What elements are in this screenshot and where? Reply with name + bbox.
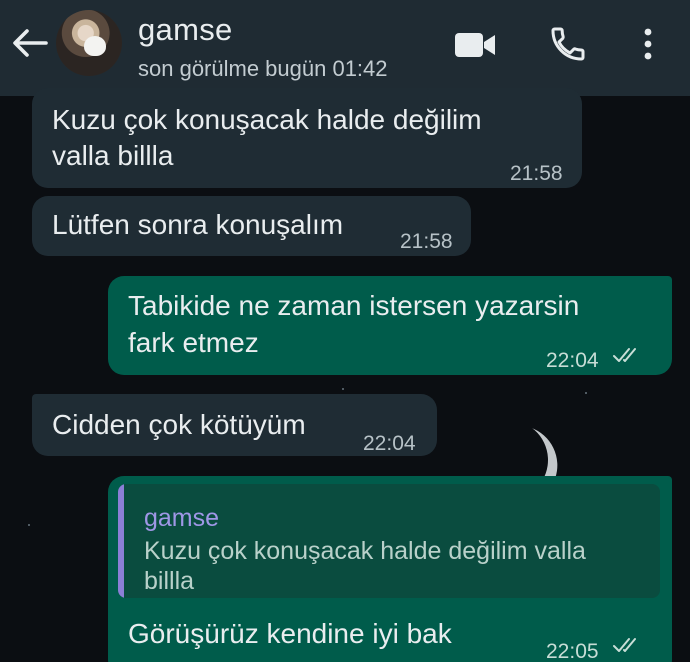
message-text: Lütfen sonra konuşalım bbox=[52, 209, 344, 240]
message-time: 22:05 bbox=[546, 640, 599, 662]
double-check-icon bbox=[613, 638, 636, 652]
message-bubble-incoming[interactable]: Cidden çok kötüyüm 22:04 bbox=[32, 394, 437, 456]
message-bubble-incoming[interactable]: Kuzu çok konuşacak halde değilim valla b… bbox=[32, 88, 582, 188]
chat-header: gamse son görülme bugün 01:42 bbox=[0, 0, 690, 96]
message-time: 22:04 bbox=[363, 432, 416, 455]
message-bubble-outgoing[interactable]: Tabikide ne zaman istersen yazarsin fark… bbox=[108, 276, 672, 375]
contact-name[interactable]: gamse bbox=[138, 12, 233, 48]
message-text: Cidden çok kötüyüm bbox=[52, 409, 306, 440]
message-time: 22:04 bbox=[546, 349, 599, 372]
reply-quote-text: Kuzu çok konuşacak halde değilim valla b… bbox=[144, 536, 644, 596]
reply-quote[interactable]: gamse Kuzu çok konuşacak halde değilim v… bbox=[118, 484, 660, 598]
message-text-line: Kuzu çok konuşacak halde değilim bbox=[52, 104, 482, 135]
double-check-icon bbox=[613, 348, 636, 362]
more-vert-icon bbox=[644, 28, 652, 60]
voice-call-button[interactable] bbox=[548, 24, 588, 64]
message-text-line: fark etmez bbox=[128, 327, 259, 358]
message-text-line: Tabikide ne zaman istersen yazarsin bbox=[128, 290, 580, 321]
message-text-line: valla billla bbox=[52, 140, 174, 171]
reply-quote-line: Kuzu çok konuşacak halde değilim valla bbox=[144, 537, 586, 565]
message-time: 21:58 bbox=[400, 230, 453, 253]
phone-icon bbox=[551, 27, 585, 61]
back-arrow-icon bbox=[13, 29, 48, 57]
video-call-button[interactable] bbox=[453, 30, 497, 60]
message-bubble-incoming[interactable]: Lütfen sonra konuşalım 21:58 bbox=[32, 196, 471, 256]
more-options-button[interactable] bbox=[636, 24, 660, 64]
message-time: 21:58 bbox=[510, 162, 563, 185]
reply-sender-name: gamse bbox=[144, 504, 220, 532]
avatar[interactable] bbox=[56, 10, 122, 76]
last-seen-status: son görülme bugün 01:42 bbox=[138, 56, 388, 81]
back-button[interactable] bbox=[10, 26, 50, 60]
reply-quote-line: billla bbox=[144, 567, 195, 595]
reply-quote-bar bbox=[118, 484, 124, 598]
video-call-icon bbox=[455, 33, 495, 57]
message-text: Görüşürüz kendine iyi bak bbox=[128, 618, 452, 649]
message-bubble-outgoing[interactable]: gamse Kuzu çok konuşacak halde değilim v… bbox=[108, 476, 672, 662]
